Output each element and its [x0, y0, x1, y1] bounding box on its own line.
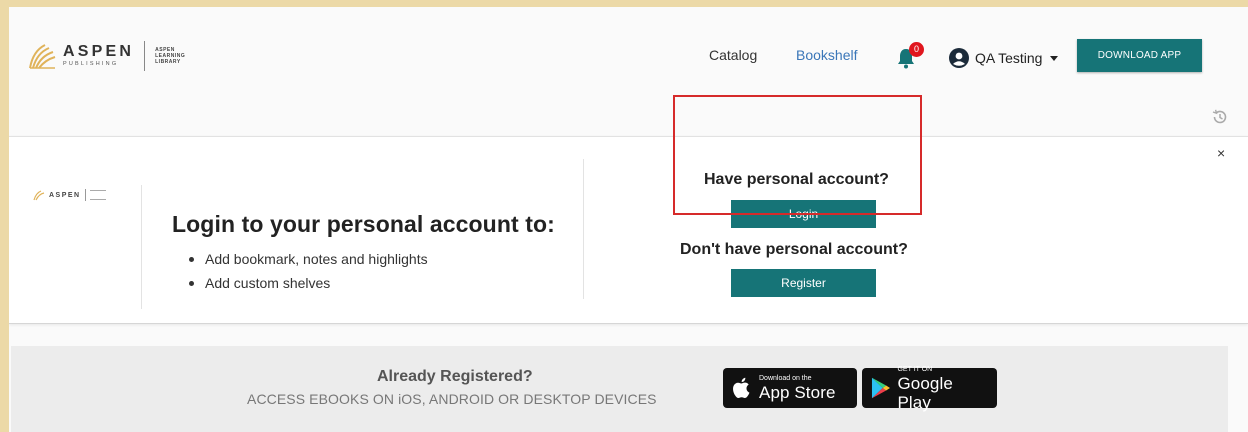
login-button[interactable]: Login: [731, 200, 876, 228]
no-account-title: Don't have personal account?: [680, 241, 908, 258]
download-app-button[interactable]: DOWNLOAD APP: [1077, 39, 1202, 72]
nav-bookshelf[interactable]: Bookshelf: [796, 47, 857, 63]
mini-logo-divider: [84, 189, 86, 201]
google-play-small-text: GET IT ON: [897, 365, 933, 373]
mini-logo-name: ASPEN: [49, 191, 81, 199]
logo-divider: [144, 41, 146, 71]
list-item: Add custom shelves: [187, 271, 428, 295]
user-avatar-icon: [949, 48, 969, 68]
user-name: QA Testing: [975, 50, 1043, 66]
aspen-leaf-icon: [29, 44, 56, 69]
aspen-logo[interactable]: ASPEN PUBLISHING ASPEN LEARNING LIBRARY: [27, 38, 185, 74]
close-icon[interactable]: ×: [1217, 145, 1225, 161]
logo-sub: PUBLISHING: [63, 61, 119, 67]
list-item: Add bookmark, notes and highlights: [187, 247, 428, 271]
register-button[interactable]: Register: [731, 269, 876, 297]
google-play-big-text: Google Play: [897, 373, 953, 412]
notification-badge: 0: [909, 42, 924, 57]
aspen-leaf-icon: [33, 190, 45, 201]
app-store-small-text: Download on the: [759, 375, 812, 382]
already-registered-title: Already Registered?: [377, 368, 533, 385]
logo-library-line: LIBRARY: [155, 59, 181, 65]
app-store-big-text: App Store: [759, 383, 836, 402]
have-account-title: Have personal account?: [704, 171, 889, 188]
promo-list: Add bookmark, notes and highlights Add c…: [187, 247, 428, 295]
history-icon[interactable]: [1211, 108, 1229, 126]
app-window: ASPEN PUBLISHING ASPEN LEARNING LIBRARY …: [9, 7, 1248, 432]
divider: [583, 159, 584, 299]
access-text: ACCESS EBOOKS ON iOS, ANDROID OR DESKTOP…: [247, 391, 657, 407]
chevron-down-icon: [1050, 55, 1059, 61]
google-play-badge[interactable]: GET IT ON Google Play: [862, 365, 997, 412]
personal-account-banner: × ASPEN Login to your personal account t…: [9, 136, 1248, 324]
logo-name: ASPEN: [63, 43, 135, 60]
nav-catalog[interactable]: Catalog: [709, 47, 757, 63]
google-play-icon: [871, 377, 891, 399]
user-menu[interactable]: QA Testing: [949, 48, 1059, 68]
download-apps-strip: Already Registered? ACCESS EBOOKS ON iOS…: [11, 346, 1228, 432]
apple-icon: [733, 377, 750, 399]
divider: [141, 185, 142, 309]
app-store-badge[interactable]: Download on the App Store: [723, 368, 857, 408]
mini-logo-lines: [89, 190, 106, 200]
mini-aspen-logo: ASPEN: [33, 189, 106, 201]
promo-title: Login to your personal account to:: [172, 211, 555, 237]
